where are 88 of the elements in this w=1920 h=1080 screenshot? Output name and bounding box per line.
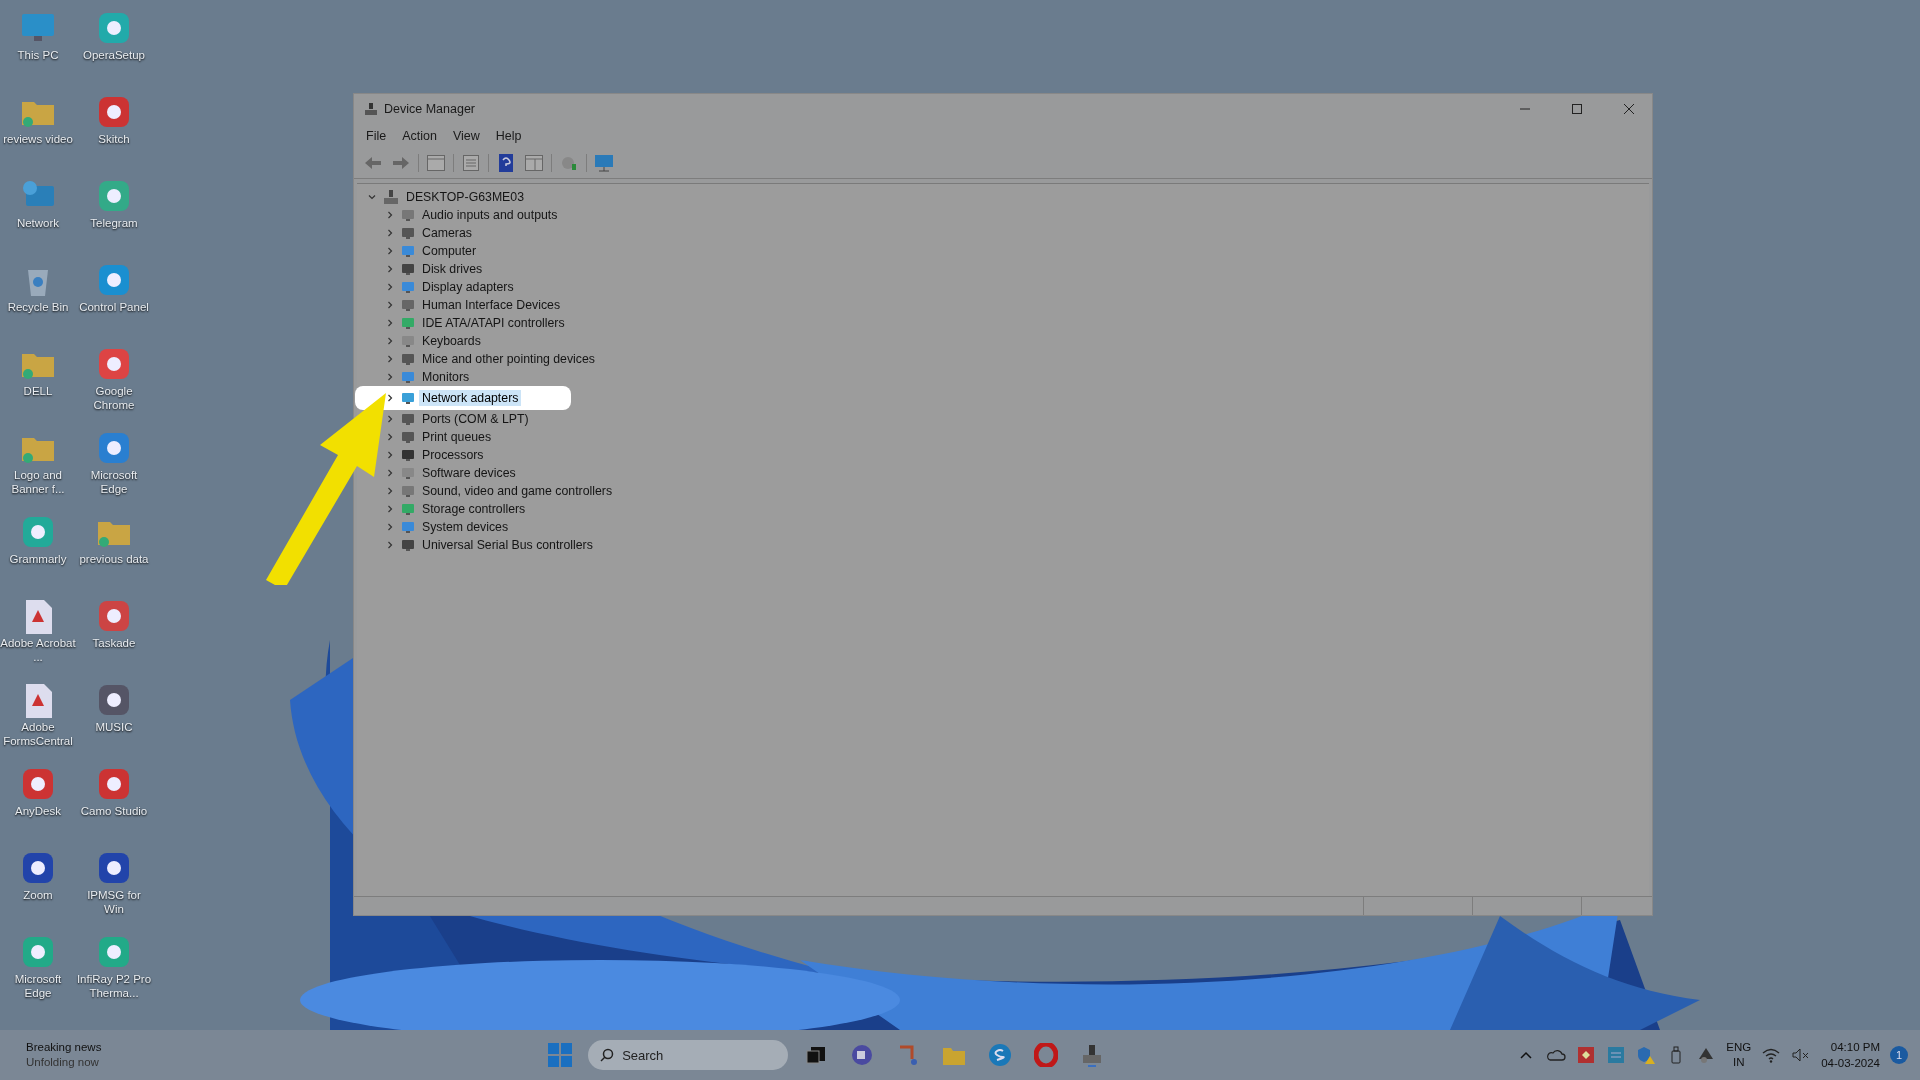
- panel-button[interactable]: [523, 153, 545, 173]
- region-indicator[interactable]: IN: [1732, 1055, 1745, 1070]
- tree-item[interactable]: Keyboards: [419, 333, 484, 349]
- desktop-icon-label[interactable]: Adobe Acrobat ...: [0, 636, 76, 664]
- menu-item[interactable]: View: [446, 129, 486, 143]
- desktop-icon-label[interactable]: Network: [0, 216, 76, 230]
- device-icon: [401, 448, 415, 462]
- device-icon: [401, 520, 415, 534]
- shield-warning-icon[interactable]: [1636, 1045, 1657, 1065]
- device-icon: [401, 244, 415, 258]
- device-icon: [401, 298, 415, 312]
- menu-item[interactable]: File: [360, 129, 393, 143]
- device-icon: [401, 316, 415, 330]
- tree-item[interactable]: Storage controllers: [419, 501, 529, 517]
- device-icon: [401, 502, 415, 516]
- device-icon: [401, 262, 415, 276]
- window-title: Device Manager: [384, 102, 476, 116]
- tree-item[interactable]: Print queues: [419, 429, 495, 445]
- desktop-icon-label[interactable]: Skitch: [76, 132, 152, 146]
- tree-item[interactable]: Computer: [419, 243, 479, 259]
- desktop-icon-label[interactable]: previous data: [76, 552, 152, 566]
- tree-item[interactable]: Display adapters: [419, 279, 517, 295]
- desktop-icon-label[interactable]: OperaSetup: [76, 48, 152, 62]
- tree-item[interactable]: Universal Serial Bus controllers: [419, 537, 596, 553]
- desktop-icon-label[interactable]: Grammarly: [0, 552, 76, 566]
- computer-icon: [383, 189, 399, 205]
- tree-item[interactable]: Processors: [419, 447, 487, 463]
- maximize-icon: [1572, 104, 1582, 114]
- desktop-icon-label[interactable]: Microsoft Edge: [0, 972, 76, 1000]
- desktop-icon-label[interactable]: Camo Studio: [76, 804, 152, 818]
- tree-item[interactable]: Network adapters: [419, 390, 522, 406]
- device-icon: [401, 370, 415, 384]
- app-icon[interactable]: [1576, 1045, 1597, 1065]
- desktop-icon-label[interactable]: Control Panel: [76, 300, 152, 314]
- monitor-button[interactable]: [593, 153, 615, 173]
- desktop-icon-label[interactable]: IPMSG for Win: [76, 888, 152, 916]
- close-icon: [1624, 104, 1634, 114]
- tree-item[interactable]: Disk drives: [419, 261, 486, 277]
- desktop-icon-label[interactable]: MUSIC: [76, 720, 152, 734]
- desktop-icon-label[interactable]: Taskade: [76, 636, 152, 650]
- tree-item[interactable]: Software devices: [419, 465, 519, 481]
- tree-item[interactable]: Human Interface Devices: [419, 297, 564, 313]
- desktop-icon-label[interactable]: DELL: [0, 384, 76, 398]
- clock-date[interactable]: 04-03-2024: [1821, 1055, 1880, 1071]
- list-view-button[interactable]: [460, 153, 482, 173]
- news-title[interactable]: Breaking news: [26, 1040, 226, 1055]
- computer-icon: [364, 102, 378, 116]
- tree-item[interactable]: DESKTOP-G63ME03: [403, 189, 527, 205]
- search-icon: [600, 1048, 615, 1062]
- language-indicator[interactable]: ENG: [1726, 1040, 1752, 1055]
- device-icon: [401, 484, 415, 498]
- tree-item[interactable]: System devices: [419, 519, 512, 535]
- desktop-icon-label[interactable]: Telegram: [76, 216, 152, 230]
- clock-time[interactable]: 04:10 PM: [1830, 1039, 1880, 1055]
- menu-item[interactable]: Help: [489, 129, 528, 143]
- properties-button[interactable]: [425, 153, 447, 173]
- desktop-icon-label[interactable]: Adobe FormsCentral: [0, 720, 76, 748]
- tree-item[interactable]: IDE ATA/ATAPI controllers: [419, 315, 568, 331]
- tree-item[interactable]: Cameras: [419, 225, 475, 241]
- desktop-icon-label[interactable]: Logo and Banner f...: [0, 468, 76, 496]
- desktop-icon-label[interactable]: Google Chrome: [76, 384, 152, 412]
- device-icon: [401, 352, 415, 366]
- desktop-icon-label[interactable]: InfiRay P2 Pro Therma...: [76, 972, 152, 1000]
- device-icon: [401, 280, 415, 294]
- tree-item[interactable]: Monitors: [419, 369, 473, 385]
- desktop-icon-label[interactable]: AnyDesk: [0, 804, 76, 818]
- news-subtitle[interactable]: Unfolding now: [26, 1055, 226, 1070]
- search-field[interactable]: Search: [588, 1040, 789, 1070]
- notification-badge[interactable]: 1: [1890, 1046, 1908, 1064]
- device-icon: [401, 538, 415, 552]
- desktop-icon-label[interactable]: reviews video: [0, 132, 76, 146]
- device-icon: [401, 334, 415, 348]
- desktop-icon-label[interactable]: Zoom: [0, 888, 76, 902]
- desktop-icon-label[interactable]: Microsoft Edge: [76, 468, 152, 496]
- device-icon: [401, 430, 415, 444]
- device-icon: [401, 226, 415, 240]
- tree-item[interactable]: Mice and other pointing devices: [419, 351, 598, 367]
- tree-item[interactable]: Audio inputs and outputs: [419, 207, 561, 223]
- desktop-icon-label[interactable]: This PC: [0, 48, 76, 62]
- tree-item[interactable]: Sound, video and game controllers: [419, 483, 616, 499]
- desktop-icon-label[interactable]: Recycle Bin: [0, 300, 76, 314]
- task-view-icon: [806, 1045, 827, 1065]
- device-icon: [401, 412, 415, 426]
- menu-item[interactable]: Action: [396, 129, 443, 143]
- tree-item[interactable]: Ports (COM & LPT): [419, 411, 532, 427]
- device-icon: [401, 208, 415, 222]
- device-icon: [401, 466, 415, 480]
- device-icon: [401, 391, 415, 405]
